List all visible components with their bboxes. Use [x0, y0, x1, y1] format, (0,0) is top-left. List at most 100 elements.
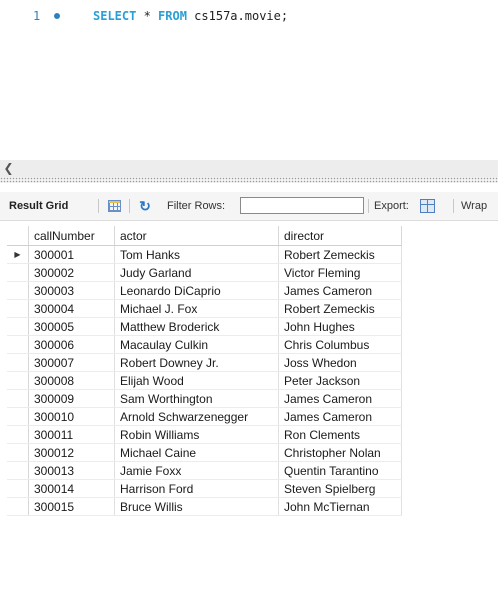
sql-wildcard: * [136, 9, 159, 23]
row-marker[interactable] [7, 425, 29, 444]
table-row[interactable]: 300003 Leonardo DiCaprio James Cameron [7, 281, 402, 300]
row-marker[interactable] [7, 335, 29, 354]
cell-director[interactable]: Ron Clements [278, 425, 402, 444]
row-marker[interactable] [7, 353, 29, 372]
cell-director[interactable]: Quentin Tarantino [278, 461, 402, 480]
row-marker[interactable] [7, 389, 29, 408]
table-row[interactable]: 300009 Sam Worthington James Cameron [7, 389, 402, 408]
cell-director[interactable]: Joss Whedon [278, 353, 402, 372]
cell-director[interactable]: Steven Spielberg [278, 479, 402, 498]
table-row[interactable]: 300013 Jamie Foxx Quentin Tarantino [7, 461, 402, 480]
table-row[interactable]: 300014 Harrison Ford Steven Spielberg [7, 479, 402, 498]
column-header-director[interactable]: director [278, 226, 402, 246]
cell-director[interactable]: John McTiernan [278, 497, 402, 516]
cell-director[interactable]: John Hughes [278, 317, 402, 336]
table-row[interactable]: 300010 Arnold Schwarzenegger James Cameron [7, 407, 402, 426]
line-status-dot-icon [54, 13, 60, 19]
cell-callnumber[interactable]: 300013 [28, 461, 115, 480]
cell-director[interactable]: James Cameron [278, 281, 402, 300]
toolbar-divider [98, 199, 99, 213]
row-marker[interactable] [7, 479, 29, 498]
cell-callnumber[interactable]: 300004 [28, 299, 115, 318]
table-row[interactable]: 300005 Matthew Broderick John Hughes [7, 317, 402, 336]
row-marker[interactable] [7, 299, 29, 318]
cell-callnumber[interactable]: 300010 [28, 407, 115, 426]
row-marker[interactable] [7, 443, 29, 462]
cell-director[interactable]: Robert Zemeckis [278, 245, 402, 264]
row-marker[interactable] [7, 281, 29, 300]
refresh-icon[interactable]: ↻ [137, 198, 153, 214]
cell-actor[interactable]: Michael J. Fox [114, 299, 279, 318]
header-row: callNumber actor director [7, 226, 402, 246]
table-row[interactable]: 300006 Macaulay Culkin Chris Columbus [7, 335, 402, 354]
table-row[interactable]: ▶ 300001 Tom Hanks Robert Zemeckis [7, 245, 402, 264]
cell-callnumber[interactable]: 300003 [28, 281, 115, 300]
cell-callnumber[interactable]: 300005 [28, 317, 115, 336]
sql-editor[interactable]: 1 SELECT * FROM cs157a.movie; [0, 0, 498, 150]
cell-actor[interactable]: Sam Worthington [114, 389, 279, 408]
cell-actor[interactable]: Harrison Ford [114, 479, 279, 498]
filter-rows-label: Filter Rows: [167, 200, 226, 212]
cell-callnumber[interactable]: 300002 [28, 263, 115, 282]
cell-director[interactable]: Robert Zemeckis [278, 299, 402, 318]
panel-splitter[interactable] [0, 177, 498, 183]
cell-actor[interactable]: Tom Hanks [114, 245, 279, 264]
table-row[interactable]: 300011 Robin Williams Ron Clements [7, 425, 402, 444]
editor-horizontal-scrollbar[interactable]: ❮ [0, 160, 498, 177]
cell-actor[interactable]: Robert Downey Jr. [114, 353, 279, 372]
table-row[interactable]: 300002 Judy Garland Victor Fleming [7, 263, 402, 282]
result-toolbar: Result Grid ↻ Filter Rows: Export: Wrap [0, 192, 498, 221]
cell-actor[interactable]: Elijah Wood [114, 371, 279, 390]
row-marker[interactable] [7, 461, 29, 480]
cell-director[interactable]: Victor Fleming [278, 263, 402, 282]
cell-director[interactable]: Peter Jackson [278, 371, 402, 390]
column-header-actor[interactable]: actor [114, 226, 279, 246]
row-marker[interactable] [7, 317, 29, 336]
wrap-cell-content-label[interactable]: Wrap [461, 192, 487, 220]
toolbar-divider [453, 199, 454, 213]
grid-view-icon[interactable] [108, 200, 121, 212]
current-row-arrow-icon[interactable]: ▶ [7, 245, 29, 264]
cell-callnumber[interactable]: 300014 [28, 479, 115, 498]
table-row[interactable]: 300004 Michael J. Fox Robert Zemeckis [7, 299, 402, 318]
cell-callnumber[interactable]: 300001 [28, 245, 115, 264]
row-marker[interactable] [7, 371, 29, 390]
table-row[interactable]: 300012 Michael Caine Christopher Nolan [7, 443, 402, 462]
export-icon[interactable] [420, 199, 435, 213]
code-line-1[interactable]: 1 SELECT * FROM cs157a.movie; [0, 6, 498, 26]
cell-director[interactable]: James Cameron [278, 407, 402, 426]
cell-actor[interactable]: Bruce Willis [114, 497, 279, 516]
table-row[interactable]: 300015 Bruce Willis John McTiernan [7, 497, 402, 516]
cell-callnumber[interactable]: 300011 [28, 425, 115, 444]
result-grid-tab[interactable]: Result Grid [9, 192, 68, 220]
row-marker[interactable] [7, 497, 29, 516]
cell-director[interactable]: Christopher Nolan [278, 443, 402, 462]
cell-director[interactable]: James Cameron [278, 389, 402, 408]
cell-director[interactable]: Chris Columbus [278, 335, 402, 354]
column-header-callnumber[interactable]: callNumber [28, 226, 115, 246]
cell-actor[interactable]: Robin Williams [114, 425, 279, 444]
table-row[interactable]: 300008 Elijah Wood Peter Jackson [7, 371, 402, 390]
sql-statement[interactable]: SELECT * FROM cs157a.movie; [93, 6, 288, 26]
cell-actor[interactable]: Jamie Foxx [114, 461, 279, 480]
cell-actor[interactable]: Matthew Broderick [114, 317, 279, 336]
cell-callnumber[interactable]: 300007 [28, 353, 115, 372]
cell-callnumber[interactable]: 300008 [28, 371, 115, 390]
cell-actor[interactable]: Leonardo DiCaprio [114, 281, 279, 300]
row-marker[interactable] [7, 263, 29, 282]
line-number: 1 [33, 9, 41, 23]
sql-keyword-select: SELECT [93, 9, 137, 23]
cell-callnumber[interactable]: 300012 [28, 443, 115, 462]
sql-keyword-from: FROM [158, 9, 187, 23]
filter-rows-input[interactable] [240, 197, 364, 214]
cell-actor[interactable]: Arnold Schwarzenegger [114, 407, 279, 426]
cell-actor[interactable]: Michael Caine [114, 443, 279, 462]
cell-callnumber[interactable]: 300015 [28, 497, 115, 516]
cell-callnumber[interactable]: 300009 [28, 389, 115, 408]
cell-actor[interactable]: Judy Garland [114, 263, 279, 282]
cell-actor[interactable]: Macaulay Culkin [114, 335, 279, 354]
cell-callnumber[interactable]: 300006 [28, 335, 115, 354]
row-marker[interactable] [7, 407, 29, 426]
table-row[interactable]: 300007 Robert Downey Jr. Joss Whedon [7, 353, 402, 372]
scroll-left-arrow-icon[interactable]: ❮ [0, 160, 17, 177]
